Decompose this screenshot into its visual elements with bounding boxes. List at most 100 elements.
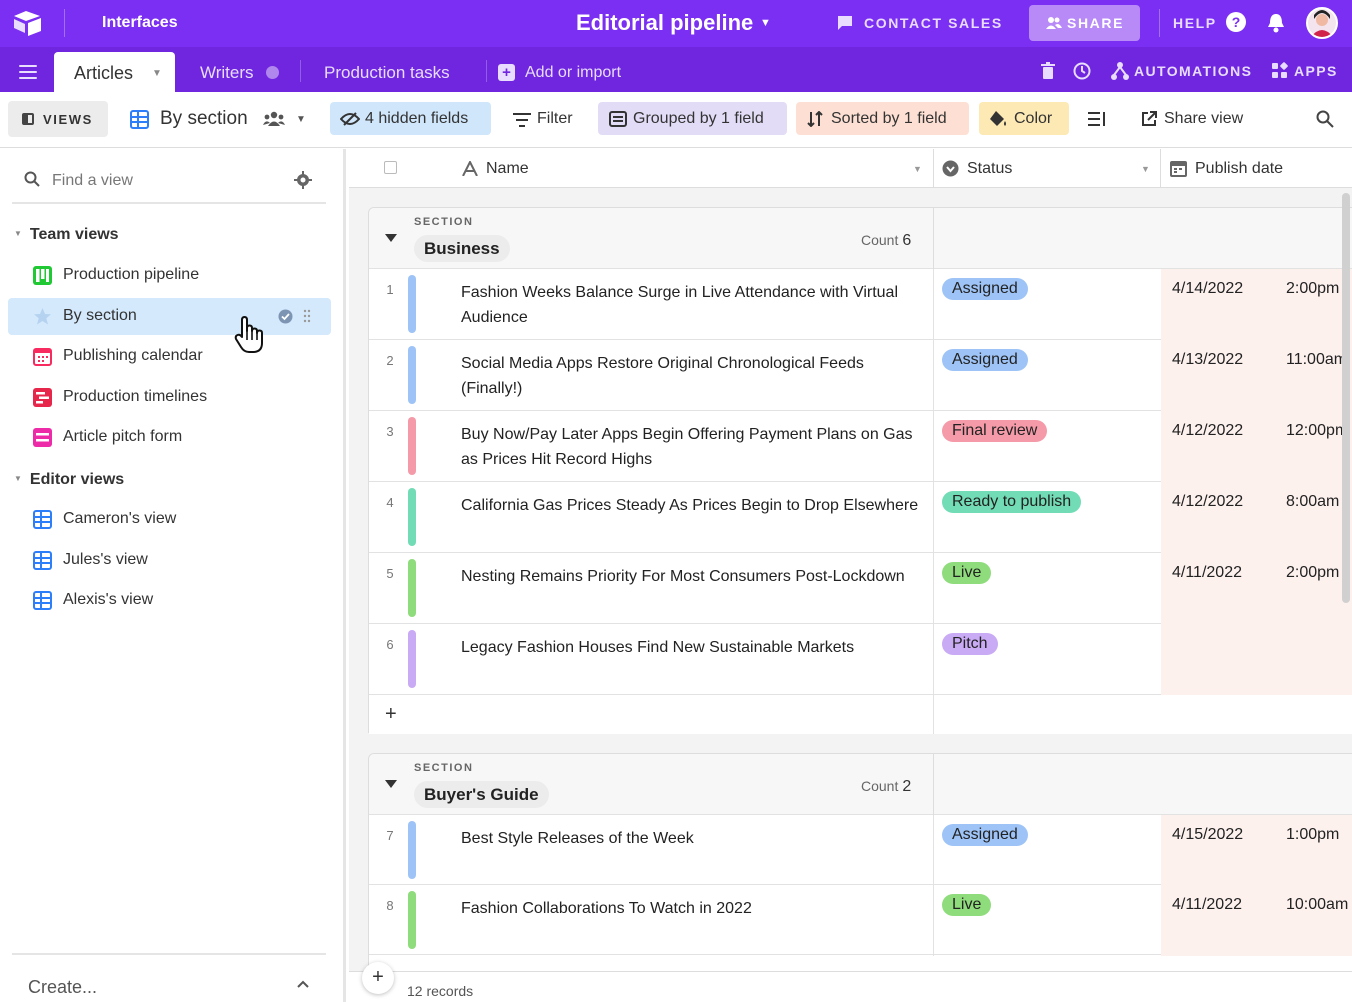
add-or-import-button[interactable]: Add or import bbox=[525, 64, 621, 82]
column-divider bbox=[933, 411, 934, 482]
table-row[interactable]: 4 California Gas Prices Steady As Prices… bbox=[369, 482, 1352, 553]
apps-icon[interactable] bbox=[1270, 61, 1290, 81]
row-height-icon[interactable] bbox=[1088, 111, 1108, 127]
table-row[interactable]: 7 Best Style Releases of the Week Assign… bbox=[369, 815, 1352, 886]
help-link[interactable]: HELP bbox=[1173, 15, 1217, 31]
add-record-row[interactable]: + bbox=[369, 695, 1352, 734]
automations-icon[interactable] bbox=[1110, 61, 1130, 81]
cell-name[interactable]: Legacy Fashion Houses Find New Sustainab… bbox=[461, 635, 921, 660]
check-circle-icon[interactable] bbox=[278, 309, 293, 324]
sidebar-section-editor-views[interactable]: ▼ Editor views bbox=[14, 471, 124, 489]
column-status-label: Status bbox=[967, 160, 1013, 177]
chevron-down-icon[interactable]: ▼ bbox=[152, 68, 162, 79]
table-row[interactable]: 2 Social Media Apps Restore Original Chr… bbox=[369, 340, 1352, 411]
airtable-logo-icon[interactable] bbox=[12, 9, 44, 37]
current-view-name[interactable]: By section bbox=[160, 108, 248, 130]
sidebar-item-production-timelines[interactable]: Production timelines bbox=[8, 379, 331, 416]
share-view-button[interactable]: Share view bbox=[1130, 102, 1260, 135]
group-button[interactable]: Grouped by 1 field bbox=[598, 102, 787, 135]
tab-production-tasks[interactable]: Production tasks bbox=[324, 63, 450, 83]
cell-name[interactable]: Social Media Apps Restore Original Chron… bbox=[461, 351, 921, 401]
people-icon bbox=[263, 111, 285, 126]
cell-name[interactable]: Fashion Weeks Balance Surge in Live Atte… bbox=[461, 280, 921, 330]
table-row[interactable]: 6 Legacy Fashion Houses Find New Sustain… bbox=[369, 624, 1352, 695]
column-header-name[interactable]: Name ▼ bbox=[349, 149, 934, 188]
table-row[interactable]: 3 Buy Now/Pay Later Apps Begin Offering … bbox=[369, 411, 1352, 482]
group-header[interactable]: SECTION Business Count 6 bbox=[369, 208, 1352, 269]
filter-button[interactable]: Filter bbox=[503, 102, 588, 135]
status-badge[interactable]: Assigned bbox=[942, 278, 1028, 300]
share-button[interactable]: SHARE bbox=[1029, 5, 1140, 41]
trash-icon[interactable] bbox=[1038, 61, 1058, 81]
share-view-label: Share view bbox=[1164, 110, 1244, 127]
column-divider bbox=[933, 482, 934, 553]
column-header-status[interactable]: Status ▼ bbox=[934, 149, 1161, 188]
table-row[interactable]: 1 Fashion Weeks Balance Surge in Live At… bbox=[369, 269, 1352, 340]
help-icon[interactable]: ? bbox=[1226, 12, 1246, 32]
color-button[interactable]: Color bbox=[979, 102, 1069, 135]
tab-writers[interactable]: Writers bbox=[200, 63, 254, 83]
table-row[interactable]: 5 Nesting Remains Priority For Most Cons… bbox=[369, 553, 1352, 624]
group-header[interactable]: SECTION Buyer's Guide Count 2 bbox=[369, 754, 1352, 815]
cell-name[interactable]: Best Style Releases of the Week bbox=[461, 826, 921, 851]
top-divider bbox=[64, 9, 65, 37]
contact-sales-link[interactable]: CONTACT SALES bbox=[864, 15, 1003, 31]
chevron-down-icon[interactable]: ▼ bbox=[760, 17, 771, 29]
sidebar-section-team-views[interactable]: ▼ Team views bbox=[14, 226, 119, 244]
collapse-triangle-icon[interactable] bbox=[385, 780, 397, 788]
sort-button[interactable]: Sorted by 1 field bbox=[796, 102, 969, 135]
sidebar-item-alexis-view[interactable]: Alexis's view bbox=[8, 582, 331, 619]
user-avatar[interactable] bbox=[1306, 7, 1338, 39]
add-record-button[interactable]: + bbox=[362, 962, 394, 994]
gear-icon[interactable] bbox=[294, 171, 312, 189]
plus-icon[interactable]: + bbox=[385, 703, 397, 726]
group-icon bbox=[609, 111, 627, 127]
status-badge[interactable]: Live bbox=[942, 894, 992, 916]
search-icon[interactable] bbox=[1316, 110, 1334, 128]
hidden-fields-button[interactable]: 4 hidden fields bbox=[330, 102, 491, 135]
column-divider bbox=[933, 553, 934, 624]
cell-name[interactable]: California Gas Prices Steady As Prices B… bbox=[461, 493, 921, 518]
views-toggle-button[interactable]: VIEWS bbox=[8, 101, 108, 137]
status-badge[interactable]: Final review bbox=[942, 420, 1048, 442]
sidebar-item-article-pitch-form[interactable]: Article pitch form bbox=[8, 419, 331, 456]
table-row[interactable]: 8 Fashion Collaborations To Watch in 202… bbox=[369, 885, 1352, 956]
status-badge[interactable]: Live bbox=[942, 562, 992, 584]
create-view-button[interactable]: Create... bbox=[28, 977, 97, 998]
chevron-up-icon[interactable] bbox=[296, 977, 310, 991]
bell-icon[interactable] bbox=[1266, 12, 1286, 34]
chevron-down-icon[interactable]: ▼ bbox=[1141, 164, 1150, 174]
status-badge[interactable]: Assigned bbox=[942, 349, 1028, 371]
hamburger-menu-icon[interactable] bbox=[19, 65, 37, 79]
sidebar-item-publishing-calendar[interactable]: Publishing calendar bbox=[8, 338, 331, 375]
status-badge[interactable]: Pitch bbox=[942, 633, 998, 655]
publish-date-cell[interactable] bbox=[1161, 624, 1352, 695]
sidebar-item-jules-view[interactable]: Jules's view bbox=[8, 542, 331, 579]
cell-name[interactable]: Fashion Collaborations To Watch in 2022 bbox=[461, 896, 921, 921]
plus-icon[interactable]: + bbox=[498, 64, 515, 81]
status-badge[interactable]: Assigned bbox=[942, 824, 1028, 846]
chevron-down-icon[interactable]: ▼ bbox=[296, 114, 306, 125]
hidden-fields-label: 4 hidden fields bbox=[365, 110, 469, 127]
apps-button[interactable]: APPS bbox=[1294, 63, 1338, 79]
sidebar-item-camerons-view[interactable]: Cameron's view bbox=[8, 501, 331, 538]
interfaces-link[interactable]: Interfaces bbox=[102, 14, 178, 32]
cell-name[interactable]: Nesting Remains Priority For Most Consum… bbox=[461, 564, 921, 589]
status-badge[interactable]: Ready to publish bbox=[942, 491, 1082, 513]
cell-name[interactable]: Buy Now/Pay Later Apps Begin Offering Pa… bbox=[461, 422, 921, 472]
column-header-publish-date[interactable]: Publish date bbox=[1161, 149, 1352, 188]
vertical-scrollbar[interactable] bbox=[1342, 193, 1350, 603]
collapse-triangle-icon[interactable] bbox=[385, 234, 397, 242]
sidebar-item-by-section[interactable]: By section bbox=[8, 298, 331, 335]
filter-label: Filter bbox=[537, 110, 573, 127]
group-business: SECTION Business Count 6 1 Fashion Weeks … bbox=[368, 207, 1352, 734]
history-icon[interactable] bbox=[1072, 61, 1092, 81]
sidebar-item-production-pipeline[interactable]: Production pipeline bbox=[8, 257, 331, 294]
tab-articles[interactable]: Articles ▼ bbox=[54, 52, 175, 92]
chevron-down-icon[interactable]: ▼ bbox=[913, 164, 922, 174]
base-title[interactable]: Editorial pipeline bbox=[576, 10, 753, 36]
find-view-input[interactable]: Find a view bbox=[52, 172, 133, 190]
drag-handle-icon[interactable] bbox=[303, 309, 311, 323]
views-button-label: VIEWS bbox=[43, 112, 93, 127]
automations-button[interactable]: AUTOMATIONS bbox=[1134, 63, 1252, 79]
